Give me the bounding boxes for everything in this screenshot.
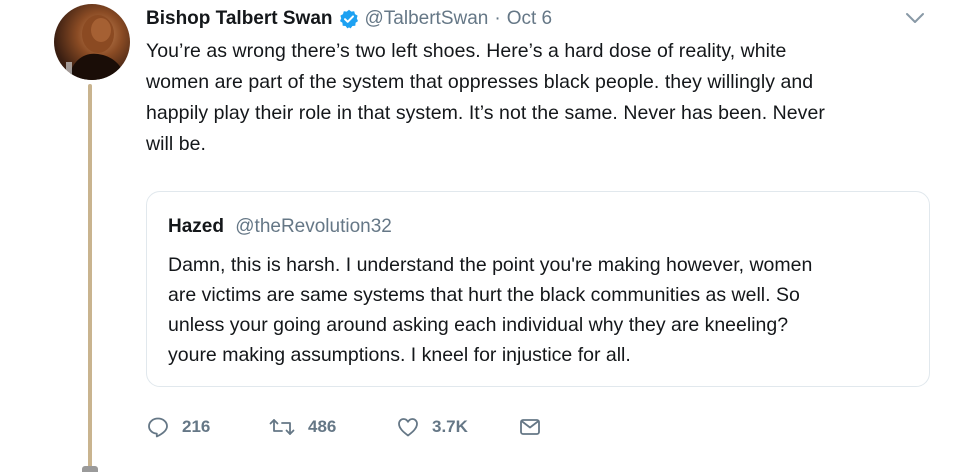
reply-count: 216 — [182, 417, 211, 436]
tweet-text: You’re as wrong there’s two left shoes. … — [146, 36, 936, 160]
heart-icon — [396, 415, 420, 439]
retweet-count: 486 — [308, 417, 337, 436]
direct-message-button[interactable] — [518, 415, 542, 439]
tweet-text-line: will be. — [146, 133, 207, 155]
author-name[interactable]: Bishop Talbert Swan — [146, 8, 333, 30]
quoted-tweet-header: Hazed @theRevolution32 — [168, 216, 392, 238]
tweet-text-line: happily play their role in that system. … — [146, 102, 825, 124]
retweet-button[interactable]: 486 — [268, 415, 396, 439]
header-separator: · — [494, 8, 501, 29]
tweet-text-line: women are part of the system that oppres… — [146, 71, 814, 93]
quoted-text-line: Damn, this is harsh. I understand the po… — [168, 254, 813, 276]
avatar-photo — [66, 15, 126, 80]
quoted-tweet-text: Damn, this is harsh. I understand the po… — [168, 250, 918, 370]
reply-button[interactable]: 216 — [146, 415, 268, 439]
tweet-date[interactable]: Oct 6 — [507, 8, 552, 30]
quoted-text-line: are victims are same systems that hurt t… — [168, 284, 800, 306]
reply-icon — [146, 415, 170, 439]
thread-line — [88, 84, 92, 472]
like-button[interactable]: 3.7K — [396, 415, 518, 439]
avatar[interactable] — [54, 4, 130, 80]
like-count: 3.7K — [432, 417, 468, 436]
quoted-author-handle: @theRevolution32 — [235, 216, 392, 237]
quoted-text-line: youre making assumptions. I kneel for in… — [168, 344, 631, 366]
author-handle[interactable]: @TalbertSwan — [365, 8, 489, 30]
verified-badge-icon — [339, 9, 359, 29]
tweet-header: Bishop Talbert Swan @TalbertSwan · Oct 6 — [146, 6, 552, 32]
quoted-tweet[interactable]: Hazed @theRevolution32 Damn, this is har… — [146, 191, 930, 387]
tweet: Bishop Talbert Swan @TalbertSwan · Oct 6… — [0, 0, 980, 472]
retweet-icon — [268, 415, 296, 439]
quoted-text-line: unless your going around asking each ind… — [168, 314, 789, 336]
tweet-text-line: You’re as wrong there’s two left shoes. … — [146, 40, 787, 62]
chevron-down-icon[interactable] — [904, 10, 926, 26]
thread-next-avatar — [82, 466, 98, 472]
envelope-icon — [518, 415, 542, 439]
tweet-actions: 216 486 3.7K — [146, 410, 542, 444]
quoted-author-name: Hazed — [168, 216, 224, 237]
